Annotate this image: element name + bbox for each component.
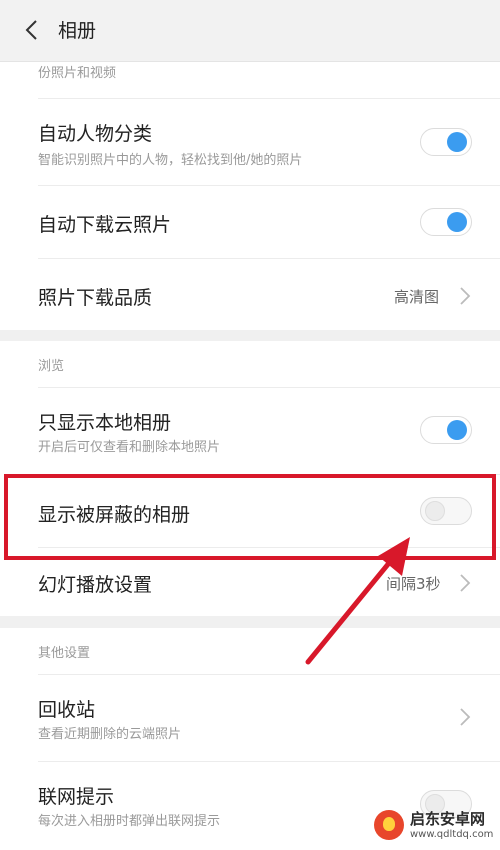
chevron-right-icon xyxy=(458,573,472,593)
setting-subtitle: 查看近期删除的云端照片 xyxy=(38,727,182,742)
setting-subtitle: 智能识别照片中的人物，轻松找到他/她的照片 xyxy=(38,153,303,168)
watermark-url: www.qdltdq.com xyxy=(410,829,494,840)
setting-download-quality[interactable]: 照片下载品质 高清图 xyxy=(0,259,500,330)
page-title: 相册 xyxy=(58,20,97,42)
backup-settings-card: 份照片和视频 自动人物分类 智能识别照片中的人物，轻松找到他/她的照片 自动下载… xyxy=(0,62,500,330)
setting-auto-face[interactable]: 自动人物分类 智能识别照片中的人物，轻松找到他/她的照片 xyxy=(0,99,500,185)
setting-title: 自动下载云照片 xyxy=(38,214,172,236)
highlight-box xyxy=(4,474,496,560)
watermark-name: 启东安卓网 xyxy=(410,810,486,828)
app-header: 相册 xyxy=(0,0,500,62)
watermark-logo-icon xyxy=(374,810,404,840)
section-header-backup: 份照片和视频 xyxy=(38,66,117,81)
site-watermark: 启东安卓网 www.qdltdq.com xyxy=(370,806,496,846)
setting-title: 只显示本地相册 xyxy=(38,412,172,434)
setting-subtitle: 每次进入相册时都弹出联网提示 xyxy=(38,814,221,829)
setting-recycle-bin[interactable]: 回收站 查看近期删除的云端照片 xyxy=(0,675,500,761)
local-only-toggle[interactable] xyxy=(420,416,472,444)
auto-face-toggle[interactable] xyxy=(420,128,472,156)
setting-value: 高清图 xyxy=(394,288,440,306)
setting-title: 回收站 xyxy=(38,699,96,721)
setting-auto-download[interactable]: 自动下载云照片 xyxy=(0,186,500,258)
chevron-left-icon xyxy=(25,20,37,40)
auto-download-toggle[interactable] xyxy=(420,208,472,236)
section-header-other: 其他设置 xyxy=(38,646,91,661)
setting-title: 自动人物分类 xyxy=(38,123,153,145)
setting-value: 间隔3秒 xyxy=(386,575,441,593)
setting-local-only[interactable]: 只显示本地相册 开启后可仅查看和删除本地照片 xyxy=(0,388,500,474)
setting-subtitle: 开启后可仅查看和删除本地照片 xyxy=(38,440,221,455)
setting-title: 联网提示 xyxy=(38,786,115,808)
setting-title: 幻灯播放设置 xyxy=(38,574,153,596)
section-header-browse: 浏览 xyxy=(38,359,65,374)
setting-title: 照片下载品质 xyxy=(38,287,153,309)
chevron-right-icon xyxy=(458,707,472,727)
chevron-right-icon xyxy=(458,286,472,306)
back-button[interactable] xyxy=(18,15,48,45)
